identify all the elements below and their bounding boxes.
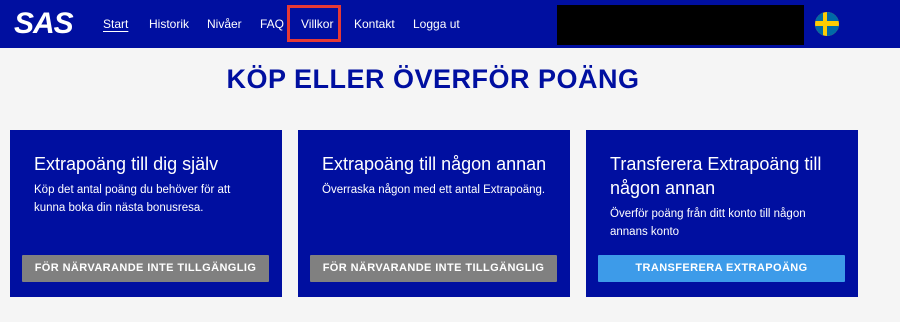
villkor-highlight-outline <box>287 5 341 42</box>
card-title: Extrapoäng till dig själv <box>34 154 219 174</box>
card-transfer-extrapoang: Transferera Extrapoäng till någon annan … <box>586 130 858 297</box>
card-title: Transferera Extrapoäng till någon annan <box>610 154 822 198</box>
page-title: KÖP ELLER ÖVERFÖR POÄNG <box>226 64 640 94</box>
sweden-flag-icon[interactable] <box>815 12 839 36</box>
buy-other-button-disabled[interactable]: FÖR NÄRVARANDE INTE TILLGÄNGLIG <box>310 255 557 282</box>
card-extrapoang-self: Extrapoäng till dig själv Köp det antal … <box>10 130 282 297</box>
nav-historik[interactable]: Historik <box>149 16 189 32</box>
card-description: Överraska någon med ett antal Extrapoäng… <box>322 184 546 196</box>
nav-faq[interactable]: FAQ <box>260 16 284 32</box>
transfer-extrapoang-button[interactable]: TRANSFERERA EXTRAPOÄNG <box>598 255 845 282</box>
card-description: Överför poäng från ditt konto till någon… <box>610 208 806 238</box>
sas-logo[interactable]: SAS <box>14 8 74 40</box>
buy-self-button-disabled[interactable]: FÖR NÄRVARANDE INTE TILLGÄNGLIG <box>22 255 269 282</box>
nav-kontakt[interactable]: Kontakt <box>354 16 395 32</box>
card-extrapoang-other: Extrapoäng till någon annan Överraska nå… <box>298 130 570 297</box>
card-description: Köp det antal poäng du behöver för att k… <box>34 184 231 214</box>
nav-nivaer[interactable]: Nivåer <box>207 16 242 32</box>
redacted-account-info <box>557 5 804 45</box>
card-title: Extrapoäng till någon annan <box>322 154 547 174</box>
nav-logga-ut[interactable]: Logga ut <box>413 16 460 32</box>
nav-start[interactable]: Start <box>103 16 128 32</box>
top-navigation-bar: SAS Start Historik Nivåer FAQ Villkor Ko… <box>0 0 900 48</box>
